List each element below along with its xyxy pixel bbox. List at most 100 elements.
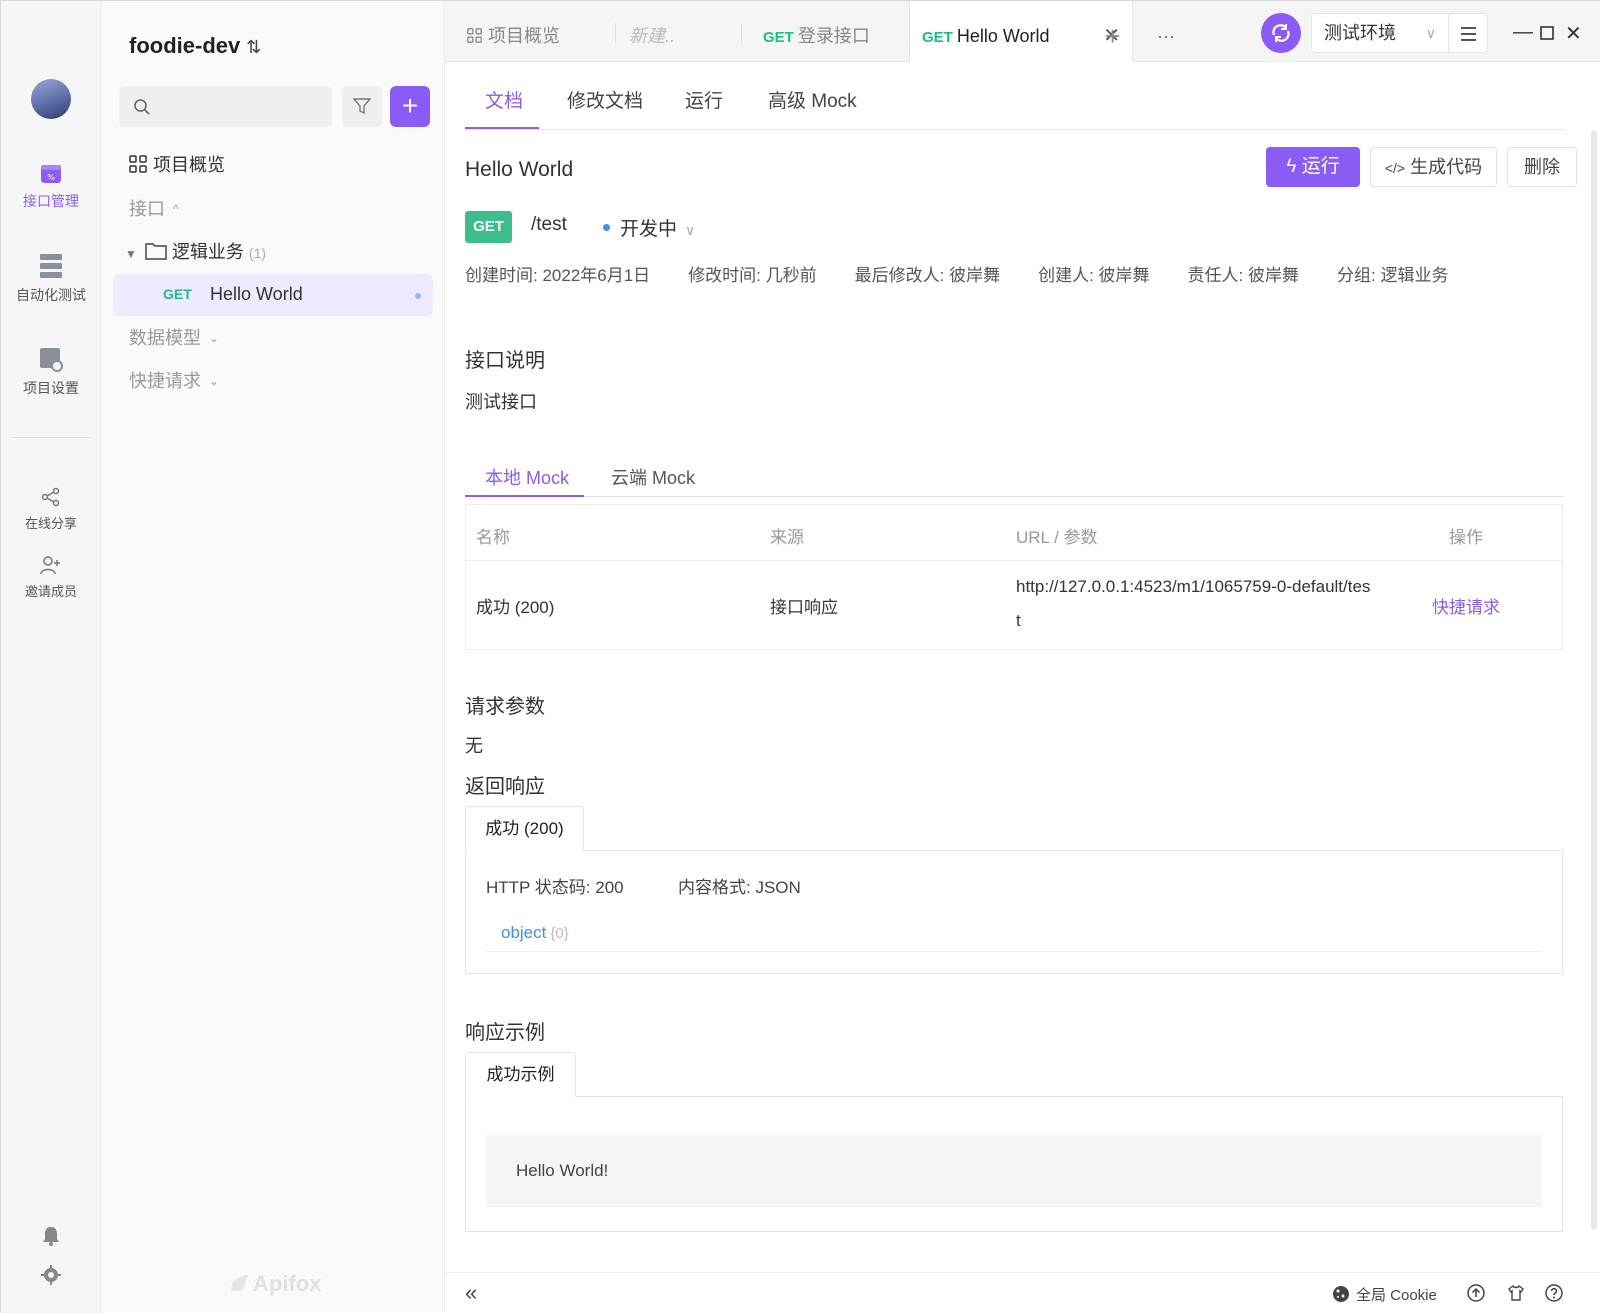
tab-label: Hello World: [956, 26, 1050, 46]
rail-item-project-settings[interactable]: 项目设置: [1, 346, 101, 398]
project-name: foodie-dev: [129, 33, 241, 58]
global-cookie-button[interactable]: 全局 Cookie: [1332, 1284, 1437, 1305]
environment-select[interactable]: 测试环境 ∨: [1311, 13, 1449, 53]
tab-project-overview[interactable]: 项目概览: [467, 1, 560, 62]
maximize-icon[interactable]: [1540, 23, 1554, 46]
sidebar-section-quick-requests[interactable]: 快捷请求 ⌄: [129, 367, 219, 393]
collapse-sidebar-icon[interactable]: «: [465, 1280, 477, 1306]
tree-item-hello-world[interactable]: GET Hello World: [113, 274, 433, 316]
cookie-icon: [1333, 1286, 1349, 1302]
column-header: 操作: [1449, 528, 1483, 547]
add-button[interactable]: +: [390, 86, 430, 127]
content-type: 内容格式: JSON: [678, 878, 801, 897]
tab-method: GET: [763, 29, 794, 46]
upload-icon[interactable]: [1467, 1284, 1485, 1302]
rail-label: 接口管理: [23, 193, 79, 209]
environment-menu-button[interactable]: [1448, 13, 1488, 53]
scrollbar[interactable]: [1591, 130, 1597, 1230]
meta-created: 创建时间: 2022年6月1日: [465, 266, 651, 285]
method-badge: GET: [465, 211, 512, 243]
sidebar-item-overview[interactable]: 项目概览: [129, 151, 225, 177]
mock-url-line1[interactable]: http://127.0.0.1:4523/m1/1065759-0-defau…: [1016, 577, 1370, 597]
tree-item-label: Hello World: [210, 284, 303, 304]
meta-owner: 责任人: 彼岸舞: [1187, 266, 1299, 285]
tab-new[interactable]: 新建..: [629, 1, 675, 62]
rail-item-share[interactable]: 在线分享: [1, 487, 101, 532]
api-doc-icon: %: [41, 165, 61, 183]
meta-group: 分组: 逻辑业务: [1337, 266, 1449, 285]
folder-name: 逻辑业务: [171, 242, 244, 262]
filter-button[interactable]: [342, 86, 382, 127]
folder-logic-business[interactable]: ▼ 逻辑业务 (1): [125, 238, 266, 264]
app-window: % 接口管理 自动化测试 项目设置 在线分享 邀请成员 foodie-dev⇅: [0, 0, 1600, 1313]
method-label: GET: [163, 286, 192, 302]
svg-text:%: %: [47, 173, 55, 182]
sidebar: foodie-dev ⇅ + 项目概览 接口 ^ ▼ 逻辑业务 (1) GET Hel…: [101, 1, 445, 1313]
tab-hello-world[interactable]: GET Hello World ✕: [909, 1, 1133, 63]
schema-type: object: [501, 923, 547, 942]
sync-button[interactable]: [1261, 13, 1301, 53]
shirt-icon[interactable]: [1507, 1284, 1525, 1302]
sidebar-section-data-models[interactable]: 数据模型 ⌄: [129, 324, 219, 350]
more-tabs-button[interactable]: ···: [1157, 1, 1175, 62]
avatar[interactable]: [31, 79, 71, 119]
params-text: 无: [465, 736, 483, 756]
mock-source: 接口响应: [770, 598, 838, 617]
chevron-up-icon: ^: [173, 202, 179, 216]
generate-code-button[interactable]: </> 生成代码: [1370, 147, 1497, 187]
tab-login-api[interactable]: GET 登录接口: [763, 1, 870, 62]
schema-root[interactable]: object {0}: [501, 923, 569, 943]
gear-icon[interactable]: [41, 1265, 61, 1285]
stack-icon: [40, 254, 62, 278]
rail-item-api-management[interactable]: % 接口管理: [1, 161, 101, 211]
example-panel: Hello World!: [465, 1096, 1563, 1232]
section-heading-params: 请求参数: [465, 696, 545, 718]
subtab-edit-docs[interactable]: 修改文档: [567, 86, 643, 113]
run-label: 运行: [1301, 156, 1340, 177]
doc-subtabs: 文档 修改文档 运行 高级 Mock: [465, 62, 1565, 130]
tab-success-example[interactable]: 成功示例: [465, 1052, 576, 1097]
rail-label: 在线分享: [24, 516, 77, 531]
tab-cloud-mock[interactable]: 云端 Mock: [611, 464, 695, 490]
project-switcher[interactable]: foodie-dev ⇅: [129, 33, 261, 59]
new-tab-button[interactable]: +: [1105, 1, 1120, 62]
description-text: 测试接口: [465, 392, 537, 412]
delete-button[interactable]: 删除: [1507, 147, 1577, 187]
share-icon: [41, 487, 60, 507]
tab-divider: [615, 23, 616, 43]
brand-watermark: Apifox: [229, 1271, 321, 1297]
quick-request-link[interactable]: 快捷请求: [1432, 593, 1500, 618]
rail-item-invite[interactable]: 邀请成员: [1, 555, 101, 600]
grid-icon: [129, 155, 147, 173]
tab-response-200[interactable]: 成功 (200): [465, 806, 584, 851]
tab-label: 新建..: [629, 26, 676, 46]
tab-local-mock[interactable]: 本地 Mock: [485, 464, 569, 490]
search-input[interactable]: [119, 86, 332, 127]
mock-table: 名称 来源 URL / 参数 操作 成功 (200) 接口响应 http://1…: [465, 504, 1563, 650]
rail-label: 自动化测试: [16, 287, 86, 303]
status-select[interactable]: 开发中 ∨: [620, 214, 695, 241]
rail-label: 项目设置: [23, 380, 79, 396]
minimize-icon[interactable]: —: [1513, 21, 1533, 44]
folder-icon: [145, 243, 167, 260]
subtab-advanced-mock[interactable]: 高级 Mock: [768, 86, 857, 113]
run-button[interactable]: ϟ 运行: [1266, 147, 1360, 187]
main-panel: 文档 修改文档 运行 高级 Mock Hello World ϟ 运行 </> …: [445, 62, 1600, 1272]
endpoint-path: /test: [531, 214, 567, 235]
help-icon[interactable]: [1545, 1284, 1563, 1302]
bell-icon[interactable]: [41, 1225, 61, 1247]
mock-name: 成功 (200): [476, 598, 555, 617]
subtab-docs[interactable]: 文档: [485, 86, 523, 113]
settings-doc-icon: [40, 348, 63, 372]
section-heading-example: 响应示例: [465, 1022, 545, 1044]
section-label: 数据模型: [129, 328, 201, 348]
section-heading-description: 接口说明: [465, 350, 545, 372]
close-window-icon[interactable]: ✕: [1565, 21, 1582, 46]
rail-item-automation[interactable]: 自动化测试: [1, 253, 101, 305]
tab-bar: 项目概览 新建.. GET 登录接口 GET Hello World ✕ + ··· …: [445, 1, 1600, 63]
subtab-run[interactable]: 运行: [685, 86, 723, 113]
sidebar-section-interfaces[interactable]: 接口 ^: [129, 195, 179, 221]
example-body[interactable]: Hello World!: [486, 1135, 1542, 1207]
mock-url-line2[interactable]: t: [1016, 611, 1021, 631]
meta-last-modifier: 最后修改人: 彼岸舞: [854, 266, 1001, 285]
